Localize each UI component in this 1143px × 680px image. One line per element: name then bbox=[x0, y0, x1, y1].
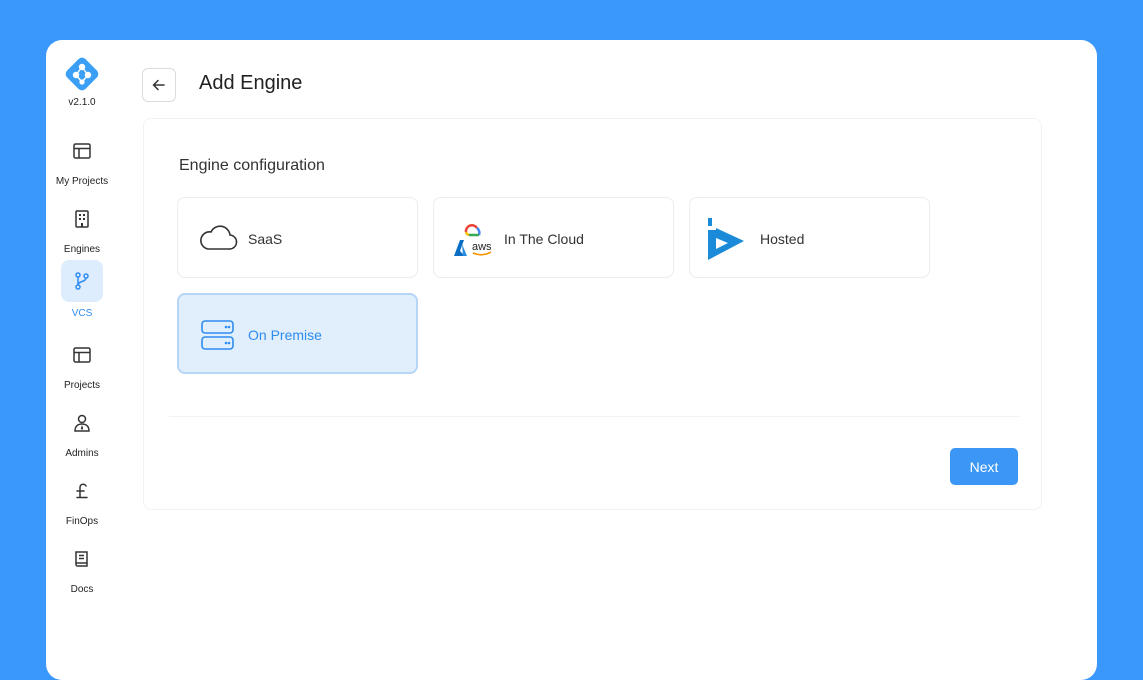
book-icon bbox=[75, 551, 88, 567]
option-saas[interactable]: SaaS bbox=[177, 197, 418, 278]
git-branch-icon bbox=[75, 272, 89, 290]
server-icon bbox=[201, 320, 234, 350]
sidebar-item-vcs[interactable]: VCS bbox=[46, 260, 118, 322]
layout-icon bbox=[73, 143, 91, 159]
sidebar-item-label: VCS bbox=[71, 308, 93, 319]
sidebar-item-label: Admins bbox=[65, 448, 99, 459]
option-label: On Premise bbox=[248, 327, 322, 343]
page-title: Add Engine bbox=[199, 72, 303, 94]
hosted-logo-icon bbox=[708, 218, 744, 260]
sidebar: v2.1.0 My Projects Engines VCS Projects … bbox=[46, 40, 118, 680]
option-label: Hosted bbox=[760, 231, 805, 247]
sidebar-item-projects[interactable]: Projects bbox=[46, 334, 118, 396]
building-icon bbox=[75, 210, 89, 228]
sidebar-item-engines[interactable]: Engines bbox=[46, 198, 118, 260]
sidebar-item-label: Docs bbox=[70, 584, 94, 595]
back-button[interactable] bbox=[142, 68, 176, 102]
layout-icon bbox=[73, 347, 91, 363]
option-label: SaaS bbox=[248, 231, 283, 247]
user-admin-icon bbox=[74, 414, 90, 432]
pound-icon bbox=[76, 483, 88, 499]
option-on-premise[interactable]: On Premise bbox=[177, 293, 418, 374]
app-window: v2.1.0 My Projects Engines VCS Projects … bbox=[46, 40, 1097, 680]
option-label: In The Cloud bbox=[504, 231, 584, 247]
sidebar-item-label: Engines bbox=[63, 244, 101, 255]
svg-text:aws: aws bbox=[472, 241, 492, 253]
sidebar-item-finops[interactable]: FinOps bbox=[46, 470, 118, 532]
sidebar-item-docs[interactable]: Docs bbox=[46, 538, 118, 600]
app-logo-icon[interactable] bbox=[63, 55, 101, 93]
section-title: Engine configuration bbox=[179, 157, 325, 174]
engine-config-panel: Engine configuration SaaS aws In The Clo… bbox=[143, 118, 1042, 510]
sidebar-item-label: FinOps bbox=[65, 516, 99, 527]
sidebar-item-my-projects[interactable]: My Projects bbox=[46, 130, 118, 192]
sidebar-item-label: My Projects bbox=[55, 176, 109, 187]
option-in-the-cloud[interactable]: aws In The Cloud bbox=[433, 197, 674, 278]
cloud-icon bbox=[200, 225, 238, 250]
option-hosted[interactable]: Hosted bbox=[689, 197, 930, 278]
divider bbox=[169, 416, 1019, 417]
cloud-providers-icon: aws bbox=[454, 224, 492, 256]
sidebar-item-admins[interactable]: Admins bbox=[46, 402, 118, 464]
app-version: v2.1.0 bbox=[68, 97, 96, 108]
sidebar-item-label: Projects bbox=[63, 380, 101, 391]
next-button[interactable]: Next bbox=[950, 448, 1018, 485]
arrow-left-icon bbox=[152, 79, 165, 91]
